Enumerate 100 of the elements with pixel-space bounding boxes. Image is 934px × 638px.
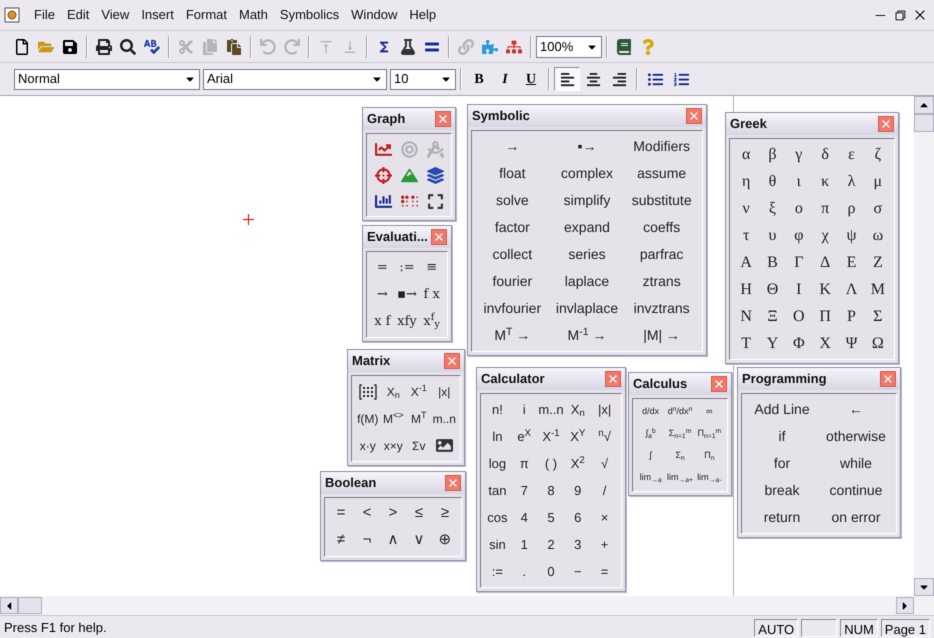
palette-button[interactable]: fourier xyxy=(475,268,550,295)
palette-button[interactable]: Ψ xyxy=(838,330,865,357)
palette-button[interactable]: Χ xyxy=(812,330,838,357)
close-button[interactable] xyxy=(878,116,894,132)
palette-button[interactable]: coeffs xyxy=(624,214,699,241)
palette-button[interactable]: + xyxy=(591,531,618,558)
palette-button[interactable]: π xyxy=(812,195,838,222)
menu-item[interactable]: File xyxy=(28,5,61,25)
scroll-up-button[interactable] xyxy=(914,96,934,114)
palette-button[interactable]: sin xyxy=(484,531,511,558)
palette-button[interactable]: Ω xyxy=(864,330,891,357)
palette-button[interactable]: ¬ xyxy=(354,527,380,554)
palette-button[interactable]: Τ xyxy=(733,330,760,357)
palette-button[interactable]: X$_{n}$ xyxy=(380,378,406,405)
palette-button[interactable]: X$^{2}$ xyxy=(564,450,592,477)
palette-button[interactable]: lim$_{→a}$ xyxy=(636,467,666,489)
scroll-down-button[interactable] xyxy=(914,578,934,596)
menu-item[interactable]: Format xyxy=(180,5,233,25)
menu-item[interactable]: View xyxy=(95,5,136,25)
palette-button[interactable]: 0 xyxy=(538,558,564,585)
palette-button[interactable]: X$_{n}$ xyxy=(564,396,592,423)
palette-button[interactable]: Φ xyxy=(786,330,812,357)
palette-button[interactable]: m..n xyxy=(432,405,457,432)
palette-button[interactable]: e$^{X}$ xyxy=(510,423,538,450)
palette-button[interactable]: ln xyxy=(484,423,511,450)
scroll-thumb[interactable] xyxy=(914,114,934,132)
palette-button[interactable]: < xyxy=(354,500,380,527)
palette-button[interactable]: δ xyxy=(812,141,838,168)
palette-button[interactable]: ≠ xyxy=(328,527,354,554)
palette-button[interactable]: 7 xyxy=(510,477,538,504)
palette-button[interactable]: Ξ xyxy=(759,303,786,330)
palette-button[interactable]: M$^{<>}$ xyxy=(380,405,406,432)
palette-button[interactable]: M$^{T}$ xyxy=(406,405,432,432)
palette-button[interactable]: ∞ xyxy=(694,401,724,423)
palette-button[interactable]: β xyxy=(759,141,786,168)
horizontal-scrollbar[interactable] xyxy=(0,596,934,615)
palette-button[interactable]: Κ xyxy=(812,276,838,303)
palette-button[interactable]: i xyxy=(510,396,538,423)
palette-button[interactable]: invfourier xyxy=(475,295,550,322)
style-select[interactable]: Normal xyxy=(14,68,200,90)
palette-button[interactable]: otherwise xyxy=(819,423,893,450)
palette-button[interactable]: ρ xyxy=(838,195,865,222)
scroll-left-button[interactable] xyxy=(0,597,18,614)
palette-button[interactable]: π xyxy=(510,450,538,477)
palette-button[interactable]: Α xyxy=(733,249,760,276)
close-button[interactable] xyxy=(880,371,896,387)
palette-button[interactable]: Σv xyxy=(406,432,432,459)
palette-button[interactable]: := xyxy=(484,558,511,585)
palette-button[interactable]: if xyxy=(745,423,819,450)
palette-button[interactable]: μ xyxy=(864,168,891,195)
palette-button[interactable]: 1 xyxy=(510,531,538,558)
palette-button[interactable]: |x| xyxy=(432,378,457,405)
close-button[interactable] xyxy=(431,229,447,245)
menu-item[interactable]: Edit xyxy=(60,5,96,25)
restore-icon[interactable] xyxy=(893,8,907,22)
palette-button[interactable]: invlaplace xyxy=(550,295,624,322)
size-select[interactable]: 10 xyxy=(390,68,456,90)
palette-button[interactable]: υ xyxy=(759,222,786,249)
palette-button[interactable]: . xyxy=(510,558,538,585)
menu-item[interactable]: Math xyxy=(233,5,274,25)
palette-button[interactable]: ▪→ xyxy=(550,133,624,160)
palette-button[interactable]: factor xyxy=(475,214,550,241)
menu-item[interactable]: Window xyxy=(345,5,404,25)
palette-button[interactable]: ζ xyxy=(864,141,891,168)
palette-button[interactable]: parfrac xyxy=(624,241,699,268)
palette-button[interactable]: Θ xyxy=(759,276,786,303)
palette-button[interactable]: ∨ xyxy=(406,527,432,554)
format-button[interactable]: B xyxy=(466,67,492,91)
palette-button[interactable]: Σ xyxy=(864,303,891,330)
palette-button[interactable]: → xyxy=(370,281,395,308)
palette-button[interactable]: = xyxy=(370,254,395,281)
palette-button[interactable]: m..n xyxy=(538,396,564,423)
palette-button[interactable]: cos xyxy=(484,504,511,531)
palette-button[interactable]: collect xyxy=(475,241,550,268)
palette-button[interactable]: Π$_{n}$ xyxy=(694,445,724,467)
font-select[interactable]: Arial xyxy=(203,68,387,90)
palette-button[interactable]: break xyxy=(745,477,819,504)
palette-button[interactable]: Ρ xyxy=(838,303,865,330)
palette-button[interactable]: Ι xyxy=(786,276,812,303)
palette-button[interactable]: lim$_{→a+}$ xyxy=(665,467,695,489)
palette-button[interactable]: for xyxy=(745,450,819,477)
palette-button[interactable]: X$^{Y}$ xyxy=(564,423,592,450)
palette-button[interactable]: > xyxy=(380,500,406,527)
palette-button[interactable]: λ xyxy=(838,168,865,195)
menu-item[interactable]: Insert xyxy=(135,5,180,25)
palette-button[interactable]: M$^{T}$ → xyxy=(475,322,550,349)
palette-button[interactable]: ≡ xyxy=(419,254,444,281)
palette-button[interactable]: − xyxy=(564,558,592,585)
palette-button[interactable]: Λ xyxy=(838,276,865,303)
palette-button[interactable]: Β xyxy=(759,249,786,276)
scroll-right-button[interactable] xyxy=(896,597,914,614)
palette-button[interactable]: σ xyxy=(864,195,891,222)
zoom-select[interactable]: 100% xyxy=(536,36,602,58)
palette-button[interactable]: X$^{-1}$ xyxy=(406,378,432,405)
palette-button[interactable]: 3 xyxy=(564,531,592,558)
palette-button[interactable]: ∧ xyxy=(380,527,406,554)
palette-button[interactable]: n! xyxy=(484,396,511,423)
palette-button[interactable]: = xyxy=(591,558,618,585)
palette-button[interactable]: Γ xyxy=(786,249,812,276)
palette-button[interactable]: ≤ xyxy=(406,500,432,527)
